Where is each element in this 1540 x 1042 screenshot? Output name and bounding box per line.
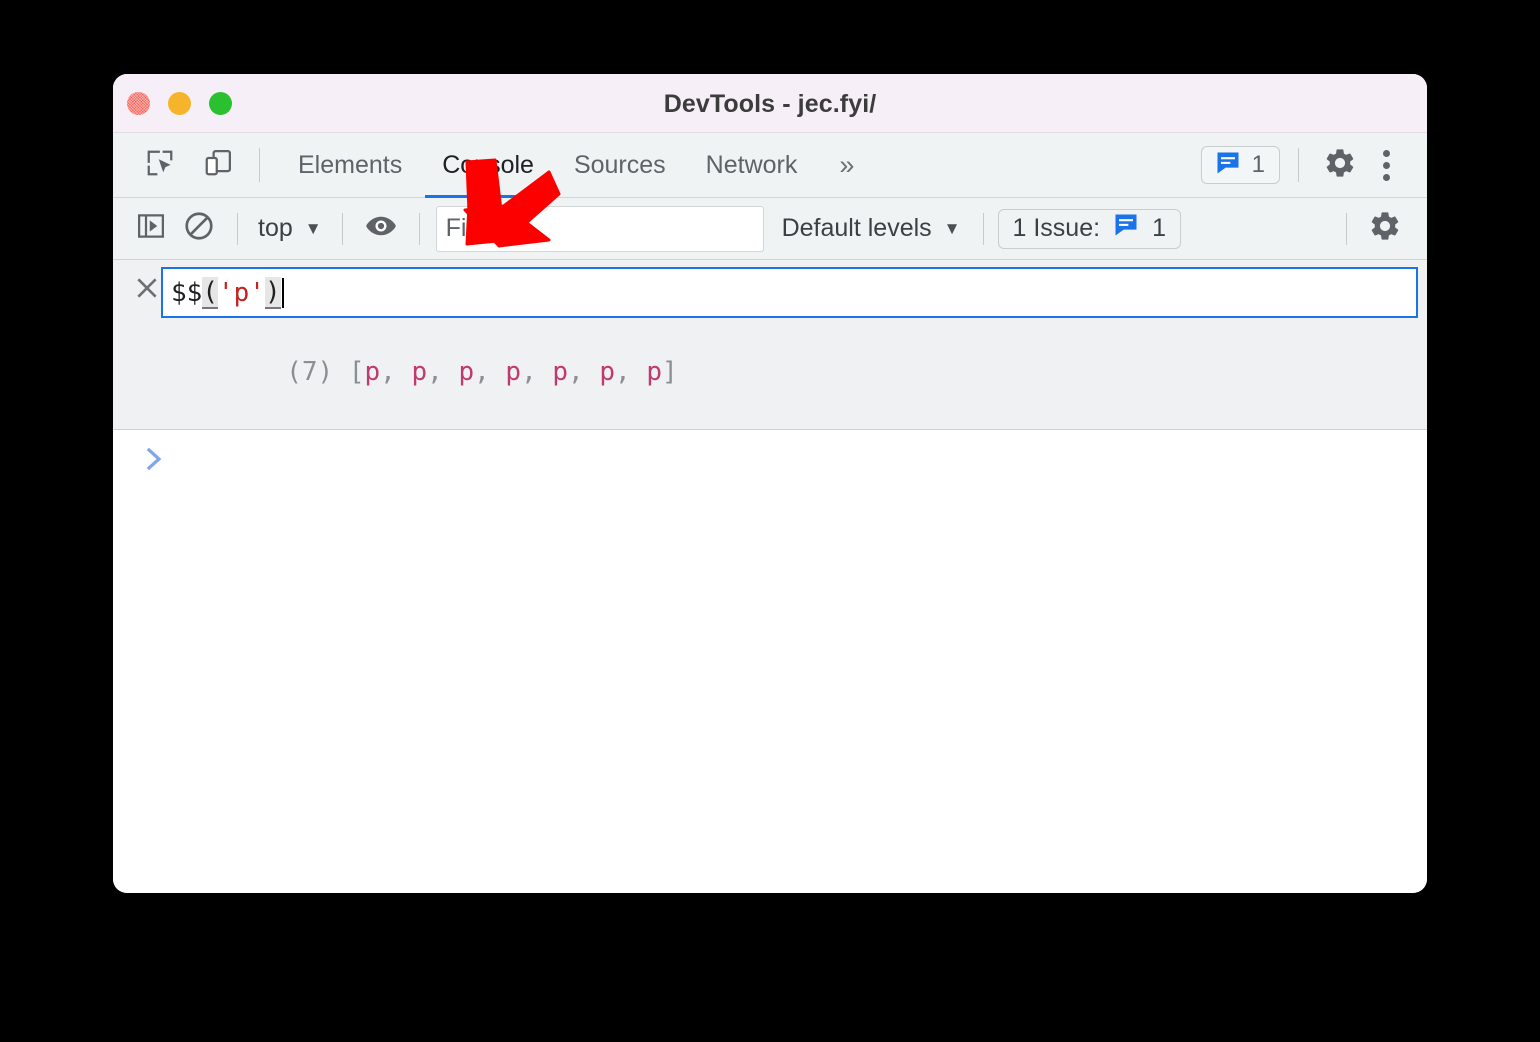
tab-network[interactable]: Network <box>686 133 818 198</box>
result-separator: , <box>427 357 459 387</box>
issues-counter-count: 1 <box>1152 214 1166 242</box>
devtools-main-tabbar: Elements Console Sources Network » 1 <box>113 133 1427 199</box>
execution-context-label: top <box>258 214 293 242</box>
close-x-icon <box>134 275 160 306</box>
inspect-element-icon <box>145 148 175 183</box>
console-body: $$('p') (7) [p, p, p, p, p, p, p] <box>113 260 1427 893</box>
tab-sources[interactable]: Sources <box>554 133 686 198</box>
tab-elements-label: Elements <box>298 150 403 179</box>
console-toolbar-divider-4 <box>982 212 984 245</box>
issue-message-icon <box>1214 149 1242 182</box>
prompt-chevron-icon <box>145 446 167 478</box>
console-sidebar-icon <box>136 211 166 246</box>
console-toolbar-divider-3 <box>418 212 420 245</box>
inspect-element-button[interactable] <box>137 142 183 188</box>
issue-message-icon <box>1112 211 1140 246</box>
chevron-down-icon: ▼ <box>943 219 961 238</box>
live-expression-button[interactable] <box>357 205 405 253</box>
result-element[interactable]: p <box>365 357 381 387</box>
tab-console-label: Console <box>442 150 534 179</box>
issues-counter-label: 1 Issue: <box>1012 214 1101 242</box>
command-token-prefix: $$ <box>171 277 203 308</box>
window-titlebar: DevTools - jec.fyi/ <box>113 74 1427 133</box>
issues-badge-count: 1 <box>1251 151 1265 178</box>
result-separator: , <box>380 357 412 387</box>
log-levels-selector[interactable]: Default levels ▼ <box>782 214 961 243</box>
console-toolbar-right-group <box>1332 205 1427 253</box>
console-sidebar-toggle[interactable] <box>127 205 175 253</box>
result-separator: , <box>568 357 600 387</box>
command-token-string: 'p' <box>217 277 265 308</box>
log-levels-label: Default levels <box>781 214 932 242</box>
filter-input[interactable]: Filter <box>435 205 764 252</box>
console-result-row: (7) [p, p, p, p, p, p, p] <box>113 318 1427 429</box>
more-tabs-button[interactable]: » <box>825 151 868 179</box>
device-toolbar-button[interactable] <box>195 142 241 188</box>
filter-placeholder: Filter <box>445 214 502 242</box>
result-close-bracket: ] <box>661 357 678 387</box>
console-prompt-row[interactable] <box>113 430 1427 478</box>
tab-network-label: Network <box>705 150 798 179</box>
result-element[interactable]: p <box>646 357 662 387</box>
devtools-window: DevTools - jec.fyi/ Elements Console Sou… <box>113 74 1427 893</box>
tab-elements[interactable]: Elements <box>278 133 422 198</box>
result-element[interactable]: p <box>411 357 427 387</box>
window-title: DevTools - jec.fyi/ <box>663 90 877 118</box>
chevron-down-icon: ▼ <box>304 219 322 238</box>
result-separator: , <box>474 357 506 387</box>
device-toolbar-icon <box>203 148 233 183</box>
kebab-menu-icon <box>1369 148 1403 182</box>
clear-console-button[interactable] <box>175 205 223 253</box>
result-element[interactable]: p <box>505 357 521 387</box>
eye-icon <box>364 209 398 248</box>
result-element[interactable]: p <box>458 357 474 387</box>
tab-console[interactable]: Console <box>422 133 554 199</box>
console-command-input[interactable]: $$('p') <box>161 267 1418 318</box>
execution-context-selector[interactable]: top ▼ <box>252 214 328 243</box>
result-open-bracket: [ <box>333 357 365 387</box>
console-toolbar-divider-2 <box>341 212 343 245</box>
tabbar-right-group: 1 <box>1200 142 1427 188</box>
issues-badge-button[interactable]: 1 <box>1200 146 1280 184</box>
settings-button[interactable] <box>1317 142 1363 188</box>
command-token-close-paren: ) <box>264 276 281 309</box>
issues-counter-button[interactable]: 1 Issue: 1 <box>997 208 1181 249</box>
result-element[interactable]: p <box>599 357 615 387</box>
console-settings-button[interactable] <box>1361 205 1409 253</box>
result-element[interactable]: p <box>552 357 568 387</box>
result-separator: , <box>521 357 553 387</box>
gear-icon <box>1368 209 1402 248</box>
console-command-row: $$('p') (7) [p, p, p, p, p, p, p] <box>113 260 1427 430</box>
console-toolbar: top ▼ Filter Default levels ▼ 1 Issue: 1 <box>113 198 1427 260</box>
clear-console-icon <box>183 210 215 247</box>
result-count: (7) <box>286 357 334 387</box>
console-toolbar-divider-5 <box>1346 212 1347 245</box>
tab-sources-label: Sources <box>573 150 666 179</box>
clear-message-button[interactable] <box>130 273 164 307</box>
result-separator: , <box>615 357 647 387</box>
tabbar-divider <box>259 148 260 182</box>
text-caret <box>281 277 284 308</box>
main-menu-button[interactable] <box>1363 142 1409 188</box>
gear-icon <box>1323 146 1357 185</box>
tabbar-right-divider <box>1298 148 1299 182</box>
command-token-open-paren: ( <box>202 276 218 309</box>
console-toolbar-divider-1 <box>237 212 238 245</box>
